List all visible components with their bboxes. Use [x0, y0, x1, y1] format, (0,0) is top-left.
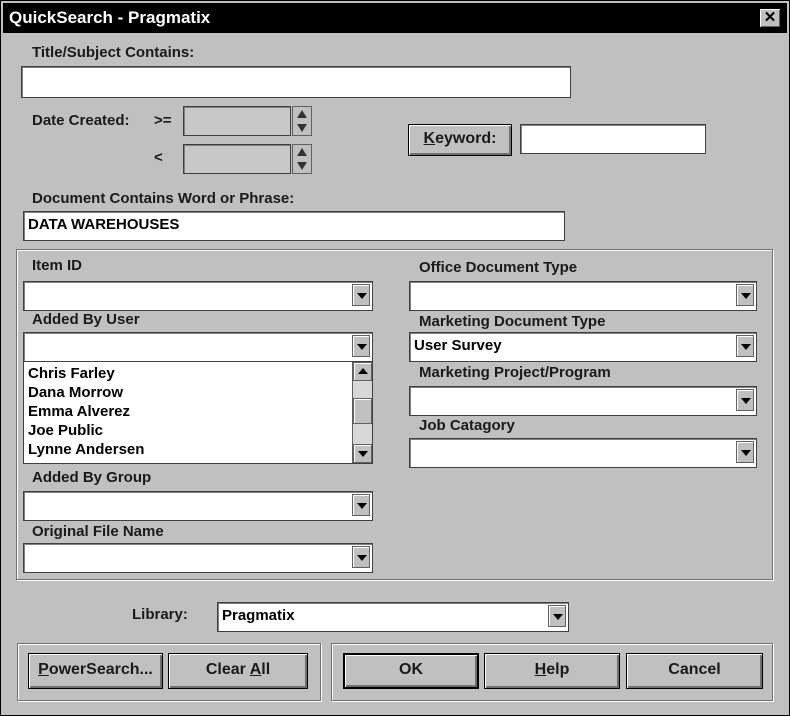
added-by-group-combo[interactable]: [23, 491, 373, 521]
job-category-label: Job Catagory: [419, 417, 515, 434]
library-value: Pragmatix: [222, 607, 295, 624]
office-doc-type-label: Office Document Type: [419, 259, 578, 276]
keyword-input[interactable]: [520, 124, 706, 154]
keyword-button[interactable]: Keyword:: [408, 124, 512, 156]
added-by-user-list[interactable]: Chris Farley Dana Morrow Emma Alverez Jo…: [23, 361, 373, 464]
title-subject-input[interactable]: [21, 66, 571, 98]
added-by-group-label: Added By Group: [32, 469, 152, 486]
marketing-project-combo[interactable]: [409, 386, 757, 416]
doc-contains-label: Document Contains Word or Phrase:: [32, 190, 295, 207]
dropdown-arrow-icon[interactable]: [352, 494, 370, 516]
dropdown-arrow-icon[interactable]: [736, 389, 754, 411]
office-doc-type-combo[interactable]: [409, 281, 757, 311]
dropdown-arrow-icon[interactable]: [736, 284, 754, 306]
date-from-spinner[interactable]: [292, 106, 312, 136]
clear-all-accel: A: [249, 661, 262, 678]
dropdown-arrow-icon[interactable]: [548, 605, 566, 627]
quicksearch-dialog: QuickSearch - Pragmatix ✕ Title/Subject …: [0, 0, 790, 716]
help-button[interactable]: Help: [484, 653, 620, 689]
date-to-field[interactable]: [183, 144, 291, 174]
clear-all-label-prefix: Clear: [205, 661, 250, 678]
help-label-rest: elp: [546, 661, 570, 678]
list-scrollbar[interactable]: [352, 362, 372, 463]
spin-down-icon[interactable]: [297, 162, 307, 170]
spin-down-icon[interactable]: [297, 124, 307, 132]
marketing-project-label: Marketing Project/Program: [419, 364, 611, 381]
date-created-label: Date Created:: [32, 112, 130, 129]
list-item[interactable]: Emma Alverez: [28, 402, 130, 421]
powersearch-button[interactable]: PowerSearch...: [28, 653, 163, 689]
clear-all-label-rest: ll: [261, 661, 271, 678]
item-id-label: Item ID: [32, 257, 83, 274]
powersearch-accel: P: [38, 661, 49, 678]
dropdown-arrow-icon[interactable]: [736, 441, 754, 463]
dropdown-arrow-icon[interactable]: [352, 546, 370, 568]
list-item[interactable]: Dana Morrow: [28, 383, 123, 402]
library-combo[interactable]: Pragmatix: [217, 602, 569, 632]
cancel-button[interactable]: Cancel: [626, 653, 763, 689]
spin-up-icon[interactable]: [297, 110, 307, 118]
title-bar: QuickSearch - Pragmatix ✕: [3, 3, 787, 33]
keyword-label-rest: eyword:: [435, 130, 497, 147]
ok-button[interactable]: OK: [343, 653, 479, 689]
doc-contains-input[interactable]: DATA WAREHOUSES: [23, 211, 565, 241]
dropdown-arrow-icon[interactable]: [352, 335, 370, 357]
added-by-user-combo[interactable]: [23, 332, 373, 362]
original-file-name-label: Original File Name: [32, 523, 164, 540]
date-lt-operator: <: [154, 149, 163, 166]
date-ge-operator: >=: [154, 112, 172, 129]
scroll-down-icon[interactable]: [353, 444, 372, 463]
list-item[interactable]: Chris Farley: [28, 364, 115, 383]
marketing-doc-type-value: User Survey: [414, 337, 502, 354]
powersearch-label-rest: owerSearch...: [48, 661, 153, 678]
spin-up-icon[interactable]: [297, 148, 307, 156]
scroll-up-icon[interactable]: [353, 362, 372, 381]
keyword-accel: K: [423, 130, 436, 147]
library-label: Library:: [132, 606, 188, 623]
original-file-name-combo[interactable]: [23, 543, 373, 573]
dropdown-arrow-icon[interactable]: [352, 284, 370, 306]
date-to-spinner[interactable]: [292, 144, 312, 174]
dropdown-arrow-icon[interactable]: [736, 335, 754, 357]
job-category-combo[interactable]: [409, 438, 757, 468]
marketing-doc-type-combo[interactable]: User Survey: [409, 332, 757, 362]
added-by-user-label: Added By User: [32, 311, 140, 328]
list-item[interactable]: Joe Public: [28, 421, 103, 440]
close-icon[interactable]: ✕: [759, 8, 781, 28]
item-id-combo[interactable]: [23, 281, 373, 311]
window-title: QuickSearch - Pragmatix: [9, 8, 211, 27]
marketing-doc-type-label: Marketing Document Type: [419, 313, 606, 330]
clear-all-button[interactable]: Clear All: [168, 653, 308, 689]
list-item[interactable]: Lynne Andersen: [28, 440, 144, 459]
help-accel: H: [534, 661, 547, 678]
date-from-field[interactable]: [183, 106, 291, 136]
scroll-thumb[interactable]: [353, 398, 372, 424]
title-subject-label: Title/Subject Contains:: [32, 44, 195, 61]
